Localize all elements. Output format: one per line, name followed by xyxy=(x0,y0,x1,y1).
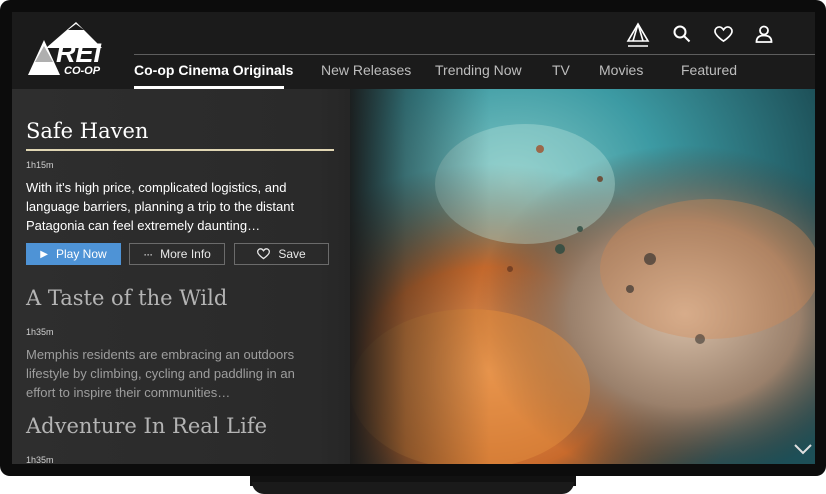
save-label: Save xyxy=(278,247,306,261)
save-button[interactable]: Save xyxy=(234,243,329,265)
tv-stand-base xyxy=(252,482,574,494)
list-item-duration: 1h35m xyxy=(26,455,54,464)
top-bar: REI CO-OP Co-op Cinema Originals New Rel… xyxy=(12,12,815,89)
tab-new-releases[interactable]: New Releases xyxy=(321,62,411,78)
app-screen: REI CO-OP Co-op Cinema Originals New Rel… xyxy=(12,12,815,464)
user-icon[interactable] xyxy=(750,20,778,48)
hero-image xyxy=(350,89,815,464)
featured-title-underline xyxy=(26,149,334,151)
tab-tv[interactable]: TV xyxy=(552,62,570,78)
featured-duration: 1h15m xyxy=(26,160,54,170)
logo-text-sub: CO-OP xyxy=(64,65,101,76)
logo-text-main: REI xyxy=(56,38,102,68)
tab-featured[interactable]: Featured xyxy=(681,62,737,78)
list-item-duration: 1h35m xyxy=(26,327,54,337)
content-list-panel: Safe Haven 1h15m With it's high price, c… xyxy=(12,89,350,464)
more-icon: ··· xyxy=(143,247,153,261)
rei-logo[interactable]: REI CO-OP xyxy=(26,20,116,76)
tv-frame: REI CO-OP Co-op Cinema Originals New Rel… xyxy=(0,0,826,476)
tab-movies[interactable]: Movies xyxy=(599,62,643,78)
heart-icon[interactable] xyxy=(709,20,737,48)
nav-divider xyxy=(134,54,815,55)
tab-trending-now[interactable]: Trending Now xyxy=(435,62,522,78)
chevron-down-icon[interactable] xyxy=(792,440,814,458)
tab-co-op-cinema-originals[interactable]: Co-op Cinema Originals xyxy=(134,62,293,78)
play-icon: ▶ xyxy=(40,248,48,260)
search-icon[interactable] xyxy=(668,20,696,48)
list-item-title[interactable]: A Taste of the Wild xyxy=(26,286,227,310)
featured-title[interactable]: Safe Haven xyxy=(26,119,148,143)
list-item-title[interactable]: Adventure In Real Life xyxy=(26,414,267,438)
heart-icon xyxy=(257,248,271,260)
camp-icon[interactable] xyxy=(624,20,652,48)
featured-description: With it's high price, complicated logist… xyxy=(26,180,295,233)
list-item-description: Memphis residents are embracing an outdo… xyxy=(26,347,295,400)
play-now-button[interactable]: ▶ Play Now xyxy=(26,243,121,265)
play-now-label: Play Now xyxy=(56,247,107,261)
more-info-label: More Info xyxy=(160,247,211,261)
more-info-button[interactable]: ··· More Info xyxy=(129,243,225,265)
